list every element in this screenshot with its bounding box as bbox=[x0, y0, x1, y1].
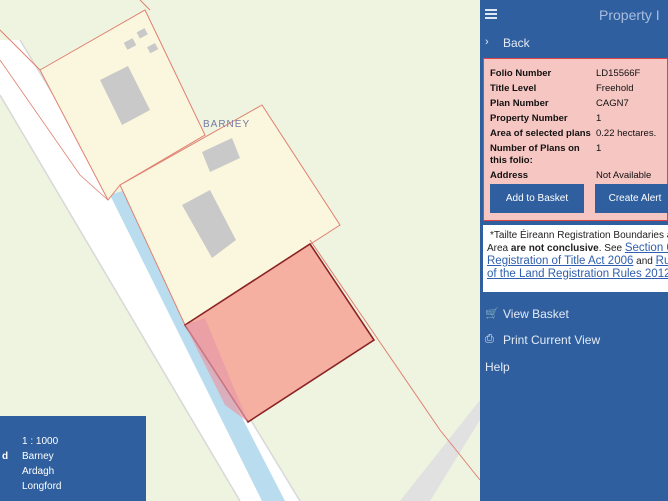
view-basket-link[interactable]: 🛒 View Basket bbox=[480, 302, 668, 326]
boundary-disclaimer: *Tailte Éireann Registration Boundaries … bbox=[483, 225, 668, 292]
location-info-box: 1 : 1000 d Barney Ardagh Longford bbox=[0, 416, 146, 501]
create-alert-button[interactable]: Create Alert bbox=[595, 184, 668, 213]
land-registration-rules-link[interactable]: of the Land Registration Rules 2012 bbox=[487, 268, 668, 280]
info-row: Longford bbox=[0, 481, 146, 495]
chevron-right-icon: › bbox=[485, 36, 489, 48]
panel-title: Property I bbox=[599, 7, 660, 23]
barony-value: Ardagh bbox=[22, 466, 55, 477]
panel-header: Property I bbox=[480, 0, 668, 30]
add-to-basket-button[interactable]: Add to Basket bbox=[490, 184, 584, 213]
rules-link[interactable]: Ru bbox=[656, 255, 668, 267]
property-panel: Property I › Back Folio Number LD15566F … bbox=[480, 0, 668, 501]
property-details-card: Folio Number LD15566F Title Level Freeho… bbox=[483, 58, 668, 221]
scale-value: 1 : 1000 bbox=[22, 436, 59, 447]
county-value: Longford bbox=[22, 481, 62, 492]
townland-value: Barney bbox=[22, 451, 54, 462]
back-link[interactable]: › Back bbox=[480, 31, 668, 55]
map-view[interactable]: BARNEY 1 : 1000 d Barney Ardagh Longford bbox=[0, 0, 480, 501]
section-6-link[interactable]: Section 6 bbox=[625, 242, 668, 254]
townland-label: BARNEY bbox=[203, 119, 251, 130]
info-row: Ardagh bbox=[0, 466, 146, 480]
help-link[interactable]: Help bbox=[480, 355, 668, 379]
cart-icon: 🛒 bbox=[485, 308, 499, 320]
print-current-view-link[interactable]: ⎙ Print Current View bbox=[480, 328, 668, 352]
printer-icon: ⎙ bbox=[485, 333, 494, 345]
info-row: d Barney bbox=[2, 451, 54, 462]
hamburger-menu-icon[interactable] bbox=[485, 9, 497, 19]
registration-act-link[interactable]: Registration of Title Act 2006 bbox=[487, 255, 633, 267]
info-row: 1 : 1000 bbox=[0, 436, 146, 450]
